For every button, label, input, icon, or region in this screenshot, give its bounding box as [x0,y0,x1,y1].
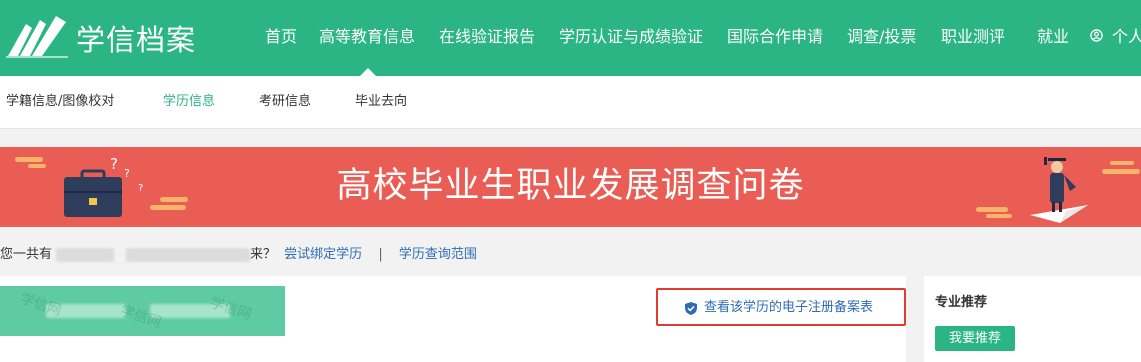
subnav-degree-info[interactable]: 学历信息 [163,93,215,111]
nav-career-assessment[interactable]: 职业测评 [941,26,1005,48]
blurred-text [126,247,251,262]
nav-online-verification[interactable]: 在线验证报告 [439,26,535,48]
nav-home[interactable]: 首页 [265,26,297,48]
nav-degree-certification[interactable]: 学历认证与成绩验证 [559,26,703,48]
survey-banner[interactable]: ? ? ? 高校毕业生职业发展调查问卷 [0,147,1141,227]
degree-header-blurred: 学信网 学信网 学信网 [0,286,285,336]
top-header: 学信档案 首页 高等教育信息 在线验证报告 学历认证与成绩验证 国际合作申请 调… [0,0,1141,76]
brand-title[interactable]: 学信档案 [76,22,196,58]
banner-title: 高校毕业生职业发展调查问卷 [336,166,805,206]
watermark-text: 学信网 [208,294,254,324]
nav-higher-education[interactable]: 高等教育信息 [319,26,415,48]
nav-employment[interactable]: 就业 [1037,26,1069,48]
watermark-text: 学信网 [18,290,64,320]
view-registration-record-button[interactable]: 查看该学历的电子注册备案表 [656,288,906,326]
link-separator: | [378,247,383,262]
info-prefix: 您一共有 [0,247,53,262]
active-nav-caret [360,68,376,76]
nav-international-cooperation[interactable]: 国际合作申请 [727,26,823,48]
view-registration-record-label: 查看该学历的电子注册备案表 [704,300,874,315]
shield-check-icon [685,302,697,315]
chsi-logo-icon [6,16,68,58]
user-icon[interactable] [1090,29,1103,42]
major-recommend-title: 专业推荐 [935,295,988,310]
info-suffix: 来？ [250,247,277,262]
degree-count-line: 您一共有 来？ 尝试绑定学历 | 学历查询范围 [0,246,477,264]
subnav-graduate-exam[interactable]: 考研信息 [259,93,311,111]
blurred-count [56,247,115,262]
nav-survey-vote[interactable]: 调查/投票 [847,26,916,48]
sub-nav: 学籍信息/图像校对 学历信息 考研信息 毕业去向 [0,76,1141,129]
subnav-student-status[interactable]: 学籍信息/图像校对 [6,93,114,111]
user-menu-label[interactable]: 个人 [1112,26,1141,48]
recommend-button[interactable]: 我要推荐 [935,326,1015,351]
subnav-graduation-destination[interactable]: 毕业去向 [355,93,407,111]
query-scope-link[interactable]: 学历查询范围 [399,247,477,262]
bind-degree-link[interactable]: 尝试绑定学历 [284,247,362,262]
